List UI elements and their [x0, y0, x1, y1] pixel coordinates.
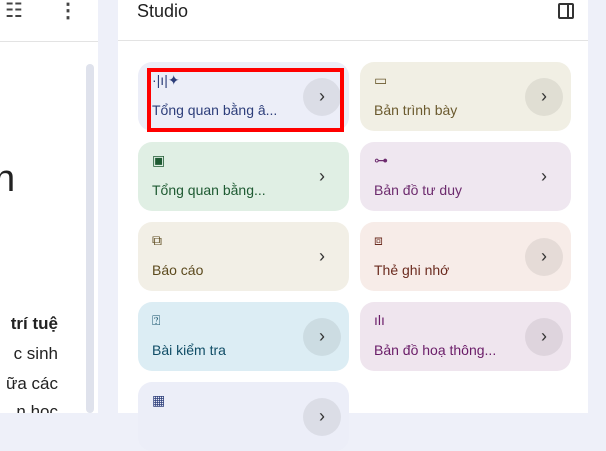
filter-settings-icon[interactable]: ☷ [5, 0, 23, 23]
studio-card-label: Bản đồ hoạ thông... [374, 342, 497, 358]
partial-heading: n [0, 158, 16, 200]
studio-title: Studio [137, 1, 189, 21]
quiz-icon: ⍰ [152, 312, 161, 328]
studio-card[interactable]: ▦ › [138, 382, 349, 451]
mind-map-icon: ⊶ [374, 152, 388, 168]
chevron-right-icon[interactable]: › [303, 398, 341, 436]
studio-card-label: Bài kiểm tra [152, 342, 226, 358]
report-icon: ⧉ [152, 232, 162, 248]
chevron-right-icon[interactable]: › [525, 158, 563, 196]
chevron-right-icon[interactable]: › [525, 78, 563, 116]
chevron-right-icon[interactable]: › [303, 158, 341, 196]
studio-card[interactable]: ⍰ Bài kiểm tra › [138, 302, 349, 371]
infographic-icon: ılı [374, 312, 385, 328]
body-text-line: c sinh [13, 344, 58, 363]
studio-panel: Studio ·|ı|✦ Tổng quan bằng â... › ▭ Bản trì… [118, 0, 588, 451]
chevron-right-icon[interactable]: › [303, 238, 341, 276]
slides-icon: ▭ [374, 72, 388, 88]
studio-header: Studio [118, 0, 588, 41]
sources-header: ☷ ⋮ [0, 0, 98, 42]
table-icon: ▦ [152, 392, 166, 408]
studio-card[interactable]: ▭ Bản trình bày › [360, 62, 571, 131]
more-options-icon[interactable]: ⋮ [58, 0, 78, 23]
studio-card[interactable]: ▣ Tổng quan bằng... › [138, 142, 349, 211]
right-gutter [588, 0, 606, 413]
body-text-line: trí tuệ [10, 314, 58, 333]
studio-card[interactable]: ⧉ Báo cáo › [138, 222, 349, 291]
studio-card-label: Báo cáo [152, 262, 204, 278]
chevron-right-icon[interactable]: › [303, 318, 341, 356]
studio-card-label: Bản trình bày [374, 102, 458, 118]
body-text-line: ữa các [5, 374, 58, 393]
studio-card-label: Thẻ ghi nhớ [374, 262, 450, 278]
studio-card-label: Bản đồ tư duy [374, 182, 462, 198]
studio-card[interactable]: ılı Bản đồ hoạ thông... › [360, 302, 571, 371]
sources-panel: ☷ ⋮ n trí tuệ c sinh ữa các n học [0, 0, 98, 413]
highlight-box [147, 68, 344, 132]
chevron-right-icon[interactable]: › [525, 238, 563, 276]
video-icon: ▣ [152, 152, 166, 168]
flashcards-icon: ⧈ [374, 232, 383, 248]
body-text-line: n học [16, 402, 58, 413]
scrollbar[interactable] [86, 64, 94, 413]
chevron-right-icon[interactable]: › [525, 318, 563, 356]
studio-card[interactable]: ⧈ Thẻ ghi nhớ › [360, 222, 571, 291]
studio-card-label: Tổng quan bằng... [152, 182, 266, 198]
studio-card[interactable]: ⊶ Bản đồ tư duy › [360, 142, 571, 211]
collapse-panel-icon[interactable] [558, 3, 574, 19]
